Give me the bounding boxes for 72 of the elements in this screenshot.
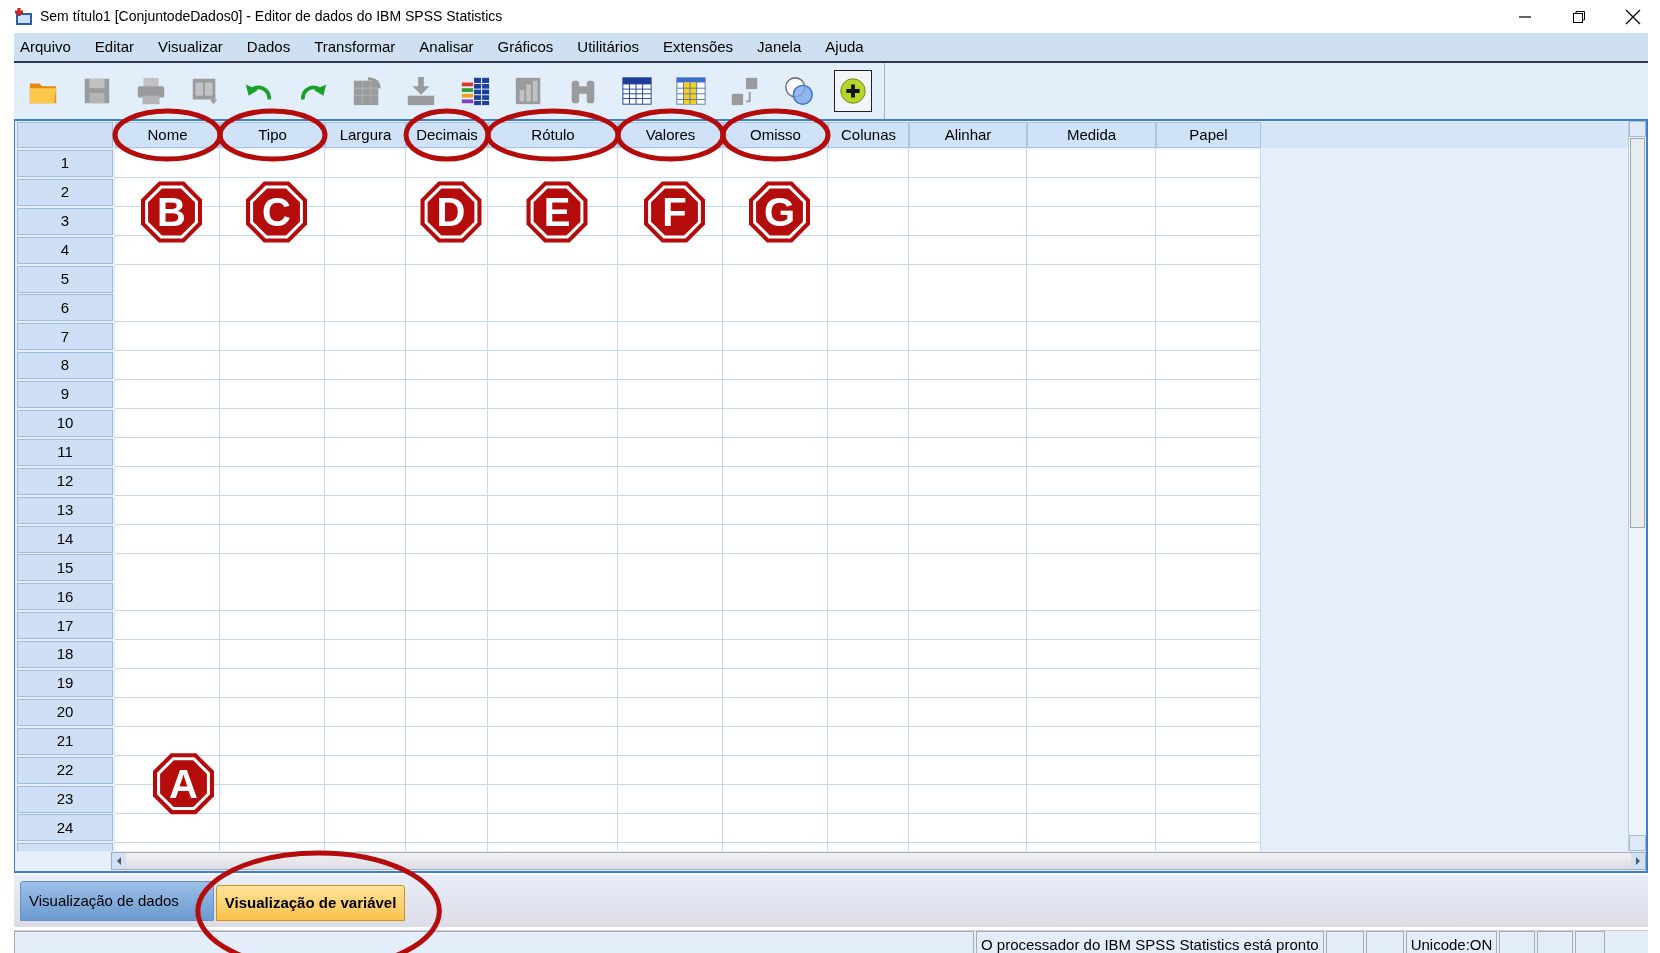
row-number[interactable]: 24 — [17, 814, 113, 842]
row-number[interactable]: 3 — [17, 207, 113, 235]
menu-item[interactable]: Analisar — [413, 35, 480, 59]
status-text: O processador do IBM SPSS Statistics está pronto — [976, 931, 1324, 953]
status-cell — [1499, 931, 1536, 953]
row-number[interactable]: 8 — [17, 352, 113, 380]
row-number[interactable]: 9 — [17, 381, 113, 409]
minimize-icon — [1518, 15, 1532, 18]
close-icon — [1625, 8, 1641, 25]
row-number[interactable]: 2 — [17, 178, 113, 206]
row-number[interactable]: 22 — [17, 756, 113, 784]
row-number[interactable]: 6 — [17, 294, 113, 322]
row-number[interactable]: 4 — [17, 236, 113, 264]
row-number[interactable]: 16 — [17, 583, 113, 611]
circles-icon — [783, 74, 815, 108]
row-number[interactable]: 1 — [17, 150, 113, 177]
window-title: Sem título1 [ConjuntodeDados0] - Editor de dados do IBM SPSS Statistics — [40, 7, 503, 26]
corner-cell[interactable] — [17, 122, 113, 148]
row-number[interactable]: 7 — [17, 323, 113, 351]
data-grid[interactable] — [115, 149, 1261, 851]
app-icon — [14, 6, 34, 27]
row-number[interactable]: 21 — [17, 727, 113, 755]
status-text: Unicode:ON — [1405, 931, 1498, 953]
row-number[interactable]: 15 — [17, 554, 113, 582]
row-number[interactable]: 19 — [17, 670, 113, 698]
letter-marker: F — [644, 181, 705, 243]
menu-item[interactable]: Gráficos — [491, 35, 560, 59]
row-number[interactable]: 18 — [17, 641, 113, 669]
letter-marker: E — [526, 181, 588, 243]
scrollbar-thumb[interactable] — [1630, 138, 1645, 528]
row-number[interactable]: 11 — [17, 438, 113, 466]
row-number[interactable]: 10 — [17, 410, 113, 437]
menu-item[interactable]: Editar — [88, 35, 141, 59]
toolbar-button[interactable] — [834, 70, 872, 112]
column-header[interactable]: Papel — [1156, 122, 1261, 148]
column-header[interactable]: Colunas — [828, 122, 909, 148]
column-header[interactable]: Largura — [325, 122, 406, 148]
column-insert-icon — [675, 74, 707, 108]
row-number[interactable]: 13 — [17, 496, 113, 524]
table-insert-icon — [621, 74, 653, 108]
letter-marker: C — [246, 181, 307, 243]
horizontal-scrollbar[interactable] — [111, 852, 1646, 870]
letter-marker: A — [153, 753, 214, 815]
menu-item[interactable]: Visualizar — [152, 35, 229, 59]
letter-marker: B — [141, 181, 202, 243]
menu-item[interactable]: Janela — [751, 35, 808, 59]
grid-arrow-icon — [351, 74, 383, 108]
row-number[interactable]: 17 — [17, 612, 113, 640]
restore-icon — [1572, 9, 1586, 24]
view-tab[interactable]: Visualização de dados — [20, 881, 214, 921]
menu-item[interactable]: Ajuda — [819, 35, 870, 59]
download-arrow-icon — [405, 74, 437, 108]
column-header[interactable]: Alinhar — [909, 122, 1027, 148]
row-number[interactable]: 20 — [17, 698, 113, 726]
menu-item[interactable]: Arquivo — [14, 35, 77, 59]
view-tab[interactable]: Visualização de variável — [215, 885, 406, 921]
status-cell — [1365, 931, 1404, 953]
status-cell — [1537, 931, 1574, 953]
menu-item[interactable]: Transformar — [308, 35, 402, 59]
menu-item[interactable]: Extensões — [657, 35, 740, 59]
status-cell — [1325, 931, 1364, 953]
letter-marker: D — [420, 181, 482, 243]
row-number[interactable]: 12 — [17, 467, 113, 495]
row-number[interactable]: 23 — [17, 785, 113, 813]
row-number[interactable]: 14 — [17, 525, 113, 553]
column-header[interactable]: Rótulo — [488, 122, 618, 148]
letter-marker: G — [749, 181, 810, 243]
menu-item[interactable]: Dados — [240, 35, 297, 59]
column-header[interactable]: Medida — [1027, 122, 1156, 148]
row-number[interactable]: 5 — [17, 265, 113, 293]
status-cell — [1575, 931, 1606, 953]
menu-item[interactable]: Utilitários — [571, 35, 646, 59]
